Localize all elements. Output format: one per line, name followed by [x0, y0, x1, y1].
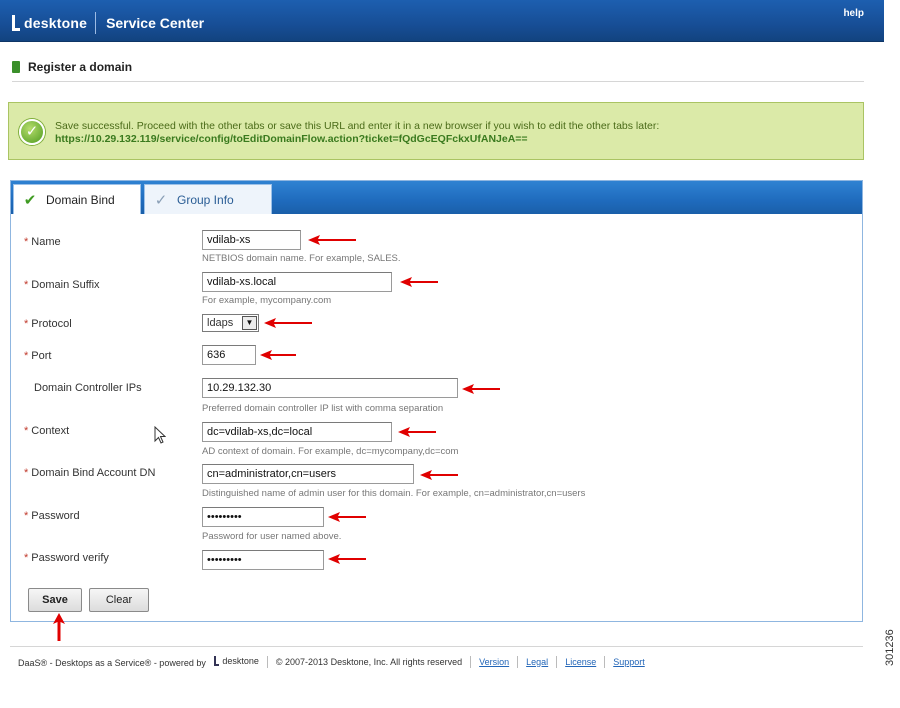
tab-label: Group Info: [177, 192, 234, 207]
page-title: Register a domain: [28, 60, 133, 74]
domain-form-panel: ✔ Domain Bind ✓ Group Info: [10, 180, 863, 622]
save-button[interactable]: Save: [28, 588, 82, 612]
clear-button[interactable]: Clear: [89, 588, 149, 612]
annotation-arrow-up-icon: [52, 612, 66, 642]
brand-logo[interactable]: desktone Service Center: [12, 12, 204, 34]
footer-link-support[interactable]: Support: [605, 657, 653, 667]
annotation-arrow-icon: [396, 427, 438, 437]
page-icon: [12, 61, 20, 73]
protocol-label: * Protocol: [24, 318, 72, 330]
footer-tagline: DaaS® - Desktops as a Service® - powered…: [18, 655, 259, 668]
mouse-pointer-icon: [154, 425, 167, 447]
password-input[interactable]: •••••••••: [202, 507, 324, 527]
page-title-row: Register a domain: [12, 60, 864, 82]
desktone-logo-icon: [12, 15, 20, 31]
port-input[interactable]: 636: [202, 345, 256, 365]
tab-strip: ✔ Domain Bind ✓ Group Info: [11, 181, 862, 214]
header-divider: [95, 12, 97, 34]
tab-group-info[interactable]: ✓ Group Info: [144, 184, 272, 214]
dc-ips-hint: Preferred domain controller IP list with…: [202, 403, 444, 414]
annotation-arrow-icon: [306, 235, 358, 245]
bind-dn-label: * Domain Bind Account DN: [24, 467, 156, 479]
chevron-down-icon[interactable]: ▼: [242, 316, 257, 330]
page-footer: DaaS® - Desktops as a Service® - powered…: [10, 646, 863, 676]
tab-label: Domain Bind: [46, 192, 115, 207]
dc-ips-input[interactable]: 10.29.132.30: [202, 378, 458, 398]
protocol-value: ldaps: [207, 317, 234, 329]
app-title: Service Center: [106, 15, 205, 31]
tab-domain-bind[interactable]: ✔ Domain Bind: [13, 184, 141, 214]
bind-dn-input[interactable]: cn=administrator,cn=users: [202, 464, 414, 484]
annotation-arrow-icon: [326, 512, 368, 522]
footer-link-license[interactable]: License: [557, 657, 604, 667]
password-label: * Password: [24, 510, 80, 522]
context-label: * Context: [24, 425, 70, 437]
footer-brand-logo: desktone: [214, 655, 259, 666]
domain-suffix-hint: For example, mycompany.com: [202, 295, 332, 306]
domain-suffix-label: * Domain Suffix: [24, 279, 100, 291]
banner-edit-url[interactable]: https://10.29.132.119/service/config/toE…: [55, 133, 528, 145]
footer-copyright: © 2007-2013 Desktone, Inc. All rights re…: [275, 656, 463, 667]
checkmark-icon: ✔: [23, 191, 37, 209]
domain-suffix-input[interactable]: vdilab-xs.local: [202, 272, 392, 292]
annotation-arrow-icon: [262, 318, 314, 328]
checkmark-circle-icon: ✓: [19, 119, 45, 145]
name-label: * Name: [24, 236, 61, 248]
desktone-logo-icon: [214, 655, 220, 666]
annotation-arrow-icon: [460, 384, 502, 394]
brand-name: desktone: [24, 15, 88, 31]
name-input[interactable]: vdilab-xs: [202, 230, 301, 250]
annotation-arrow-icon: [326, 554, 368, 564]
port-label: * Port: [24, 350, 52, 362]
protocol-select[interactable]: ldaps ▼: [202, 314, 259, 332]
annotation-arrow-icon: [398, 277, 440, 287]
help-link[interactable]: help: [843, 8, 864, 19]
name-hint: NETBIOS domain name. For example, SALES.: [202, 253, 401, 264]
banner-message: Save successful. Proceed with the other …: [55, 120, 660, 132]
context-hint: AD context of domain. For example, dc=my…: [202, 446, 459, 457]
success-banner: ✓ Save successful. Proceed with the othe…: [8, 102, 864, 160]
footer-link-legal[interactable]: Legal: [518, 657, 556, 667]
figure-id: 301236: [884, 629, 896, 666]
annotation-arrow-icon: [418, 470, 460, 480]
annotation-arrow-icon: [258, 350, 298, 360]
password-hint: Password for user named above.: [202, 531, 342, 542]
checkmark-outline-icon: ✓: [154, 191, 168, 209]
dc-ips-label: Domain Controller IPs: [34, 382, 142, 394]
bind-dn-hint: Distinguished name of admin user for thi…: [202, 488, 586, 499]
footer-link-version[interactable]: Version: [471, 657, 517, 667]
password-verify-label: * Password verify: [24, 552, 109, 564]
top-header-bar: desktone Service Center help: [0, 0, 884, 42]
context-input[interactable]: dc=vdilab-xs,dc=local: [202, 422, 392, 442]
password-verify-input[interactable]: •••••••••: [202, 550, 324, 570]
